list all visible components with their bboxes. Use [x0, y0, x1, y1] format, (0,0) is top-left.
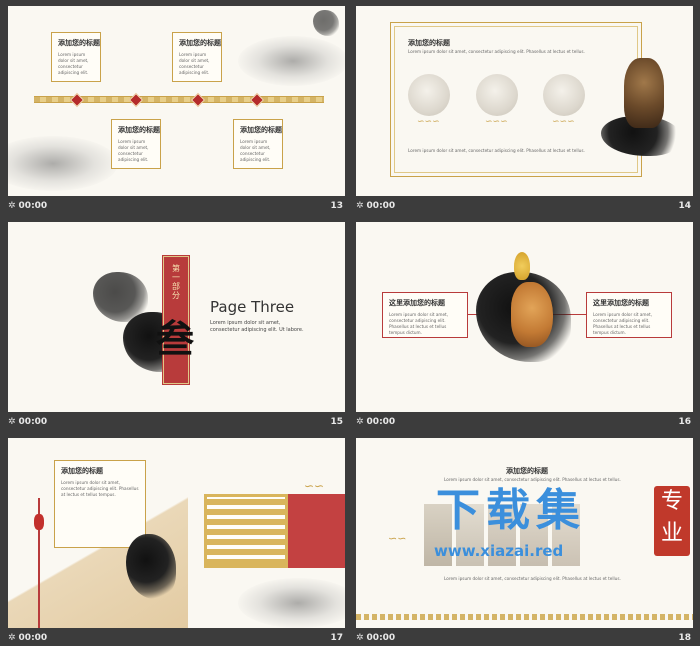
text-box: 添加您的标题 Lorem ipsum dolor sit amet, conse…: [172, 32, 222, 82]
box-title: 这里添加您的标题: [593, 299, 649, 307]
slide-canvas: 添加您的标题 Lorem ipsum dolor sit amet, conse…: [356, 438, 693, 628]
slide-info-bar: ✲ 00:00 15: [8, 415, 345, 431]
transition-icon: ✲: [8, 201, 16, 211]
hand-image: [511, 282, 553, 347]
slide-number: 14: [678, 201, 691, 211]
slide-body-2: Lorem ipsum dolor sit amet, consectetur …: [444, 576, 621, 581]
box-title: 这里添加您的标题: [389, 299, 445, 307]
slide-canvas: 这里添加您的标题 Lorem ipsum dolor sit amet, con…: [356, 222, 693, 412]
slide-info-bar: ✲ 00:00 16: [356, 415, 693, 431]
slide-info-bar: ✲ 00:00 13: [8, 199, 345, 215]
slide-number: 17: [330, 633, 343, 643]
slide-canvas: 添加您的标题 Lorem ipsum dolor sit amet, conse…: [356, 6, 693, 196]
gold-border-pattern: [356, 614, 693, 620]
text-box: 这里添加您的标题 Lorem ipsum dolor sit amet, con…: [586, 292, 672, 338]
slide-body: Lorem ipsum dolor sit amet, consectetur …: [408, 49, 585, 54]
slide-body-2: Lorem ipsum dolor sit amet, consectetur …: [408, 148, 585, 153]
box-title: 添加您的标题: [179, 39, 221, 47]
box-body: Lorem ipsum dolor sit amet, consectetur …: [58, 52, 89, 75]
big-numeral: 叁: [156, 317, 195, 361]
slide-canvas: 第一部分 叁 Page Three Lorem ipsum dolor sit …: [8, 222, 345, 412]
lantern-icon: [34, 514, 44, 530]
section-label: 第一部分: [172, 264, 180, 300]
box-body: Lorem ipsum dolor sit amet, consectetur …: [240, 139, 271, 162]
cloud-ornament-icon: ∽∽∽: [485, 117, 508, 127]
box-title: 添加您的标题: [240, 126, 282, 134]
section-heading: Page Three: [210, 298, 295, 316]
box-body: Lorem ipsum dolor sit amet, consectetur …: [593, 312, 653, 335]
text-box: 添加您的标题 Lorem ipsum dolor sit amet, conse…: [111, 119, 161, 169]
box-body: Lorem ipsum dolor sit amet, consectetur …: [61, 480, 139, 497]
box-body: Lorem ipsum dolor sit amet, consectetur …: [389, 312, 449, 335]
box-title: 添加您的标题: [118, 126, 160, 134]
slide-info-bar: ✲ 00:00 18: [356, 631, 693, 646]
slide-canvas: 添加您的标题 Lorem ipsum dolor sit amet, conse…: [8, 6, 345, 196]
slide-timer: ✲ 00:00: [356, 633, 396, 643]
cloud-ornament-icon: ∽∽∽: [417, 117, 440, 127]
lotus-bud-image: [514, 252, 530, 280]
cloud-ornament-icon: ∽∽: [304, 479, 325, 493]
slide-info-bar: ✲ 00:00 17: [8, 631, 345, 646]
watermark-url: www.xiazai.red: [434, 542, 564, 560]
cloud-ornament-icon: ∽∽∽: [552, 117, 575, 127]
red-block: [288, 494, 345, 568]
buddha-statue-image: [624, 58, 664, 128]
ink-flower: [313, 10, 339, 36]
slide-thumbnail-15[interactable]: 第一部分 叁 Page Three Lorem ipsum dolor sit …: [8, 222, 345, 433]
transition-icon: ✲: [356, 633, 364, 643]
box-title: 添加您的标题: [58, 39, 100, 47]
slide-number: 13: [330, 201, 343, 211]
box-body: Lorem ipsum dolor sit amet, consectetur …: [118, 139, 149, 162]
image-circle: [476, 74, 518, 116]
slide-info-bar: ✲ 00:00 14: [356, 199, 693, 215]
slide-timer: ✲ 00:00: [8, 417, 48, 427]
image-circle: [543, 74, 585, 116]
text-box: 这里添加您的标题 Lorem ipsum dolor sit amet, con…: [382, 292, 468, 338]
text-box: 添加您的标题 Lorem ipsum dolor sit amet, conse…: [54, 460, 146, 548]
mist-mountain: [238, 578, 345, 628]
cloud-ornament-icon: ∽∽: [388, 532, 407, 545]
image-circle: [408, 74, 450, 116]
transition-icon: ✲: [8, 417, 16, 427]
mist-mountain: [238, 36, 345, 86]
box-title: 添加您的标题: [61, 467, 103, 475]
slide-thumbnail-14[interactable]: 添加您的标题 Lorem ipsum dolor sit amet, conse…: [356, 6, 693, 217]
slide-thumbnail-13[interactable]: 添加您的标题 Lorem ipsum dolor sit amet, conse…: [8, 6, 345, 217]
transition-icon: ✲: [8, 633, 16, 643]
text-box: 添加您的标题 Lorem ipsum dolor sit amet, conse…: [233, 119, 283, 169]
watermark-stamp: 专业: [654, 486, 690, 556]
watermark-title: 下载集: [436, 485, 586, 536]
slide-thumbnail-16[interactable]: 这里添加您的标题 Lorem ipsum dolor sit amet, con…: [356, 222, 693, 433]
slide-title: 添加您的标题: [408, 39, 450, 47]
slide-number: 15: [330, 417, 343, 427]
slide-number: 16: [678, 417, 691, 427]
fret-pattern: [204, 494, 288, 568]
text-box: 添加您的标题 Lorem ipsum dolor sit amet, conse…: [51, 32, 101, 82]
slide-timer: ✲ 00:00: [8, 201, 48, 211]
mist-mountain: [8, 136, 118, 191]
slide-timer: ✲ 00:00: [356, 417, 396, 427]
transition-icon: ✲: [356, 417, 364, 427]
slide-canvas: 添加您的标题 Lorem ipsum dolor sit amet, conse…: [8, 438, 345, 628]
slide-number: 18: [678, 633, 691, 643]
section-body: Lorem ipsum dolor sit amet, consectetur …: [210, 320, 304, 333]
slide-thumbnail-17[interactable]: 添加您的标题 Lorem ipsum dolor sit amet, conse…: [8, 438, 345, 646]
box-body: Lorem ipsum dolor sit amet, consectetur …: [179, 52, 210, 75]
slide-thumbnail-18[interactable]: 添加您的标题 Lorem ipsum dolor sit amet, conse…: [356, 438, 693, 646]
transition-icon: ✲: [356, 201, 364, 211]
slide-timer: ✲ 00:00: [8, 633, 48, 643]
slide-timer: ✲ 00:00: [356, 201, 396, 211]
